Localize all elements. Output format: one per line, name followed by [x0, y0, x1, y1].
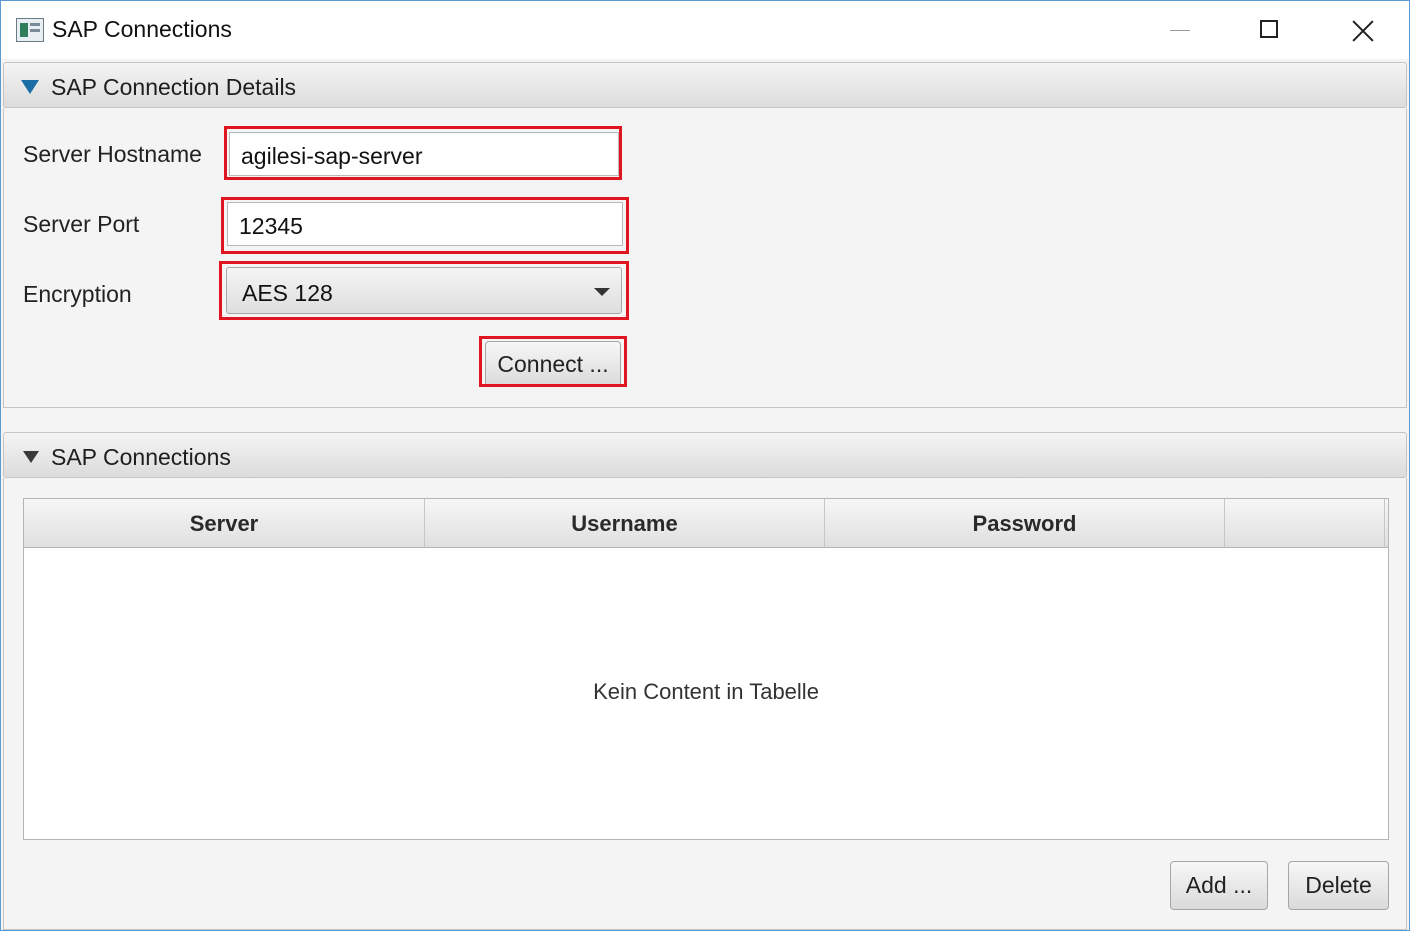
table-placeholder: Kein Content in Tabelle [593, 679, 819, 704]
connections-pane-header[interactable]: SAP Connections [3, 432, 1407, 478]
connections-table[interactable]: Server Username Password Kein Content in… [23, 498, 1389, 840]
details-pane-title: SAP Connection Details [51, 74, 297, 100]
triangle-down-icon [21, 80, 39, 94]
add-button[interactable]: Add ... [1170, 861, 1268, 910]
close-button[interactable] [1317, 1, 1409, 59]
minimize-icon [1170, 30, 1190, 31]
triangle-down-icon [23, 451, 39, 463]
port-label: Server Port [23, 211, 140, 237]
title-bar[interactable]: SAP Connections [1, 1, 1409, 59]
minimize-button[interactable] [1133, 1, 1225, 59]
details-pane-body [3, 108, 1407, 408]
column-header-password[interactable]: Password [825, 499, 1225, 547]
table-header: Server Username Password [24, 499, 1388, 548]
java-app-icon [16, 18, 44, 42]
window-title: SAP Connections [52, 16, 232, 42]
column-header-server[interactable]: Server [24, 499, 425, 547]
delete-button[interactable]: Delete [1288, 861, 1389, 910]
column-header-extra[interactable] [1225, 499, 1385, 547]
connections-pane-title: SAP Connections [51, 444, 231, 470]
hostname-label: Server Hostname [23, 141, 202, 167]
close-icon [1351, 19, 1375, 43]
column-header-username[interactable]: Username [425, 499, 825, 547]
encryption-label: Encryption [23, 281, 132, 307]
app-window: SAP Connections SAP Connection Details S… [0, 0, 1410, 931]
hostname-input[interactable]: agilesi-sap-server [229, 132, 619, 176]
maximize-button[interactable] [1225, 1, 1317, 59]
connect-button[interactable]: Connect ... [485, 341, 621, 387]
maximize-icon [1260, 20, 1278, 38]
details-pane-header[interactable]: SAP Connection Details [3, 62, 1407, 108]
port-input[interactable]: 12345 [227, 202, 623, 246]
encryption-selected-value: AES 128 [242, 280, 333, 306]
encryption-select[interactable]: AES 128 [226, 267, 622, 314]
chevron-down-icon [594, 288, 610, 296]
